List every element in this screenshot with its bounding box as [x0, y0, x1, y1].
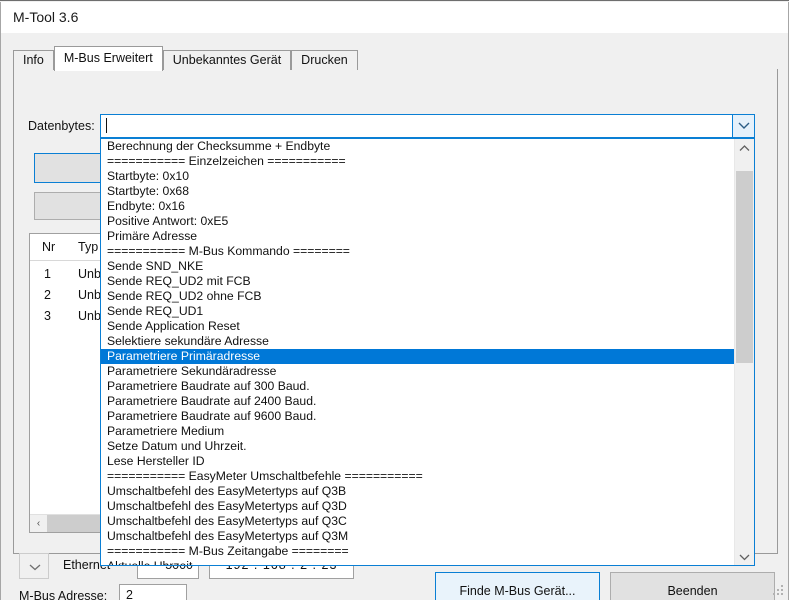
dropdown-item[interactable]: Parametriere Baudrate auf 2400 Baud.	[101, 394, 735, 409]
dropdown-items[interactable]: Berechnung der Checksumme + Endbyte =====…	[101, 139, 735, 565]
dropdown-item[interactable]: Startbyte: 0x68	[101, 184, 735, 199]
dropdown-item[interactable]: Parametriere Baudrate auf 9600 Baud.	[101, 409, 735, 424]
dropdown-item[interactable]: Sende REQ_UD1	[101, 304, 735, 319]
dropdown-item[interactable]: Berechnung der Checksumme + Endbyte	[101, 139, 735, 154]
grip-dot	[781, 585, 783, 587]
grip-dot	[773, 593, 775, 595]
dropdown-item[interactable]: Positive Antwort: 0xE5	[101, 214, 735, 229]
dropdown-item[interactable]: Parametriere Sekundäradresse	[101, 364, 735, 379]
tab-info[interactable]: Info	[13, 50, 54, 70]
dropdown-item[interactable]: Umschaltbefehl des EasyMetertyps auf Q3D	[101, 499, 735, 514]
tab-m-bus-erweitert[interactable]: M-Bus Erweitert	[53, 46, 163, 71]
dropdown-item[interactable]: Umschaltbefehl des EasyMetertyps auf Q3C	[101, 514, 735, 529]
dropdown-item[interactable]: =========== M-Bus Zeitangabe ========	[101, 544, 735, 559]
interface-select[interactable]	[19, 553, 49, 579]
dropdown-item[interactable]: Sende Application Reset	[101, 319, 735, 334]
dropdown-item[interactable]: Primäre Adresse	[101, 229, 735, 244]
resize-grip[interactable]	[773, 585, 785, 597]
dropdown-item[interactable]: Parametriere Primäradresse	[101, 349, 735, 364]
dropdown-item[interactable]: Lese Hersteller ID	[101, 454, 735, 469]
client-area: Info M-Bus Erweitert Unbekanntes Gerät Druc…	[0, 33, 789, 600]
dropdown-item[interactable]: Sende REQ_UD2 mit FCB	[101, 274, 735, 289]
dropdown-item[interactable]: Sende REQ_UD2 ohne FCB	[101, 289, 735, 304]
dropdown-item[interactable]: Sende SND_NKE	[101, 259, 735, 274]
dropdown-item[interactable]: Aktuelle Uhrzeit	[101, 559, 735, 565]
text-caret	[106, 118, 107, 133]
dropdown-vertical-scrollbar[interactable]	[734, 139, 754, 565]
grip-dot	[781, 593, 783, 595]
grip-dot	[781, 589, 783, 591]
quit-button[interactable]: Beenden	[610, 572, 775, 600]
dropdown-item[interactable]: Setze Datum und Uhrzeit.	[101, 439, 735, 454]
datenbytes-dropdown-list[interactable]: Berechnung der Checksumme + Endbyte =====…	[100, 138, 755, 566]
dropdown-item[interactable]: =========== EasyMeter Umschaltbefehle ==…	[101, 469, 735, 484]
app-window: M-Tool 3.6 Info M-Bus Erweitert Unbekannte…	[0, 0, 789, 600]
window-title: M-Tool 3.6	[13, 9, 79, 25]
column-header-nr: Nr	[42, 240, 56, 254]
scroll-down-icon[interactable]	[735, 548, 754, 565]
mbus-address-input[interactable]: 2	[119, 584, 187, 600]
dropdown-item[interactable]: Umschaltbefehl des EasyMetertyps auf Q3B	[101, 484, 735, 499]
dropdown-item[interactable]: Parametriere Medium	[101, 424, 735, 439]
dropdown-item[interactable]: =========== M-Bus Kommando ========	[101, 244, 735, 259]
tab-drucken[interactable]: Drucken	[291, 50, 358, 70]
dropdown-item[interactable]: =========== Einzelzeichen ===========	[101, 154, 735, 169]
dropdown-item[interactable]: Endbyte: 0x16	[101, 199, 735, 214]
dropdown-item[interactable]: Parametriere Baudrate auf 300 Baud.	[101, 379, 735, 394]
datenbytes-label: Datenbytes:	[28, 119, 95, 133]
column-header-typ: Typ	[78, 240, 99, 254]
cell-nr: 2	[44, 288, 51, 302]
dropdown-item[interactable]: Umschaltbefehl des EasyMetertyps auf Q3M	[101, 529, 735, 544]
cell-nr: 3	[44, 309, 51, 323]
cell-nr: 1	[44, 267, 51, 281]
datenbytes-combobox[interactable]	[100, 114, 755, 138]
tab-unbekanntes-ger-t[interactable]: Unbekanntes Gerät	[162, 50, 292, 70]
scroll-up-icon[interactable]	[735, 139, 754, 156]
chevron-down-icon[interactable]	[732, 115, 754, 137]
grip-dot	[777, 593, 779, 595]
dropdown-item[interactable]: Startbyte: 0x10	[101, 169, 735, 184]
tab-strip: Info M-Bus Erweitert Unbekanntes Gerät Druc…	[13, 46, 778, 71]
dropdown-scrollbar-thumb[interactable]	[736, 171, 753, 363]
scroll-left-icon[interactable]: ‹	[30, 515, 47, 532]
find-mbus-device-button[interactable]: Finde M-Bus Gerät...	[435, 572, 600, 600]
mbus-address-label: M-Bus Adresse:	[19, 589, 108, 600]
grip-dot	[777, 589, 779, 591]
title-bar: M-Tool 3.6	[0, 2, 789, 33]
dropdown-item[interactable]: Selektiere sekundäre Adresse	[101, 334, 735, 349]
